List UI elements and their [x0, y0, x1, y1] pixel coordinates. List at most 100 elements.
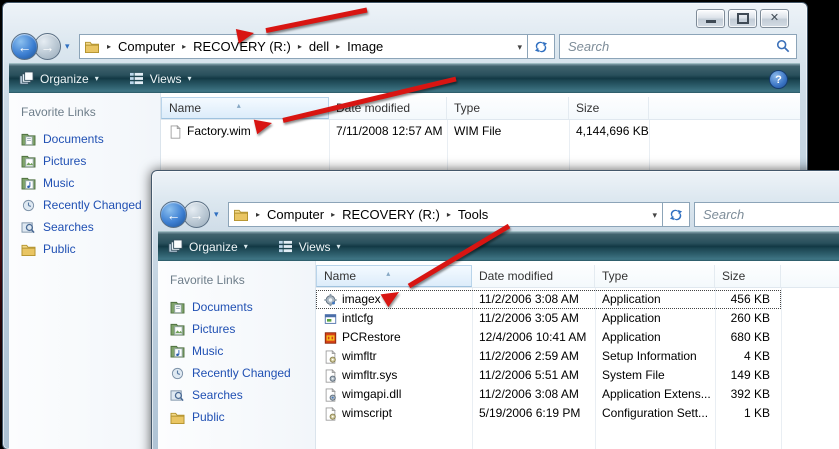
- column-header-type[interactable]: Type: [447, 97, 569, 119]
- file-type: WIM File: [454, 124, 502, 138]
- refresh-button[interactable]: [527, 34, 555, 59]
- sidebar-item-label: Music: [43, 176, 75, 190]
- sidebar-item-documents[interactable]: Documents: [158, 296, 315, 318]
- address-row: ← → Computer RECOVERY (R:) dell Image: [3, 33, 807, 60]
- file-date: 11/2/2006 3:08 AM: [479, 292, 579, 306]
- organize-button[interactable]: Organize: [9, 64, 109, 93]
- breadcrumb-item-recovery[interactable]: RECOVERY (R:): [193, 39, 291, 54]
- column-header-date-modified[interactable]: Date modified: [329, 97, 447, 119]
- breadcrumb-item-recovery[interactable]: RECOVERY (R:): [342, 207, 440, 222]
- sidebar-item-pictures[interactable]: Pictures: [158, 318, 315, 340]
- sidebar-item-public[interactable]: Public: [9, 238, 160, 260]
- close-button[interactable]: [760, 9, 789, 28]
- sidebar-item-music[interactable]: Music: [158, 340, 315, 362]
- breadcrumb-separator-icon: [100, 42, 118, 51]
- views-button[interactable]: Views: [268, 232, 351, 261]
- column-header-type[interactable]: Type: [595, 265, 715, 287]
- file-date: 7/11/2008 12:57 AM: [336, 124, 443, 138]
- breadcrumb-item-tools[interactable]: Tools: [458, 207, 488, 222]
- desktop: ← → Computer RECOVERY (R:) dell Image: [0, 0, 839, 449]
- file-name: Factory.wim: [187, 124, 251, 138]
- file-type: Application: [602, 292, 661, 306]
- setup-information-icon: [325, 349, 336, 364]
- address-dropdown-icon[interactable]: [517, 42, 522, 53]
- forward-button[interactable]: →: [34, 33, 61, 60]
- breadcrumb-item-computer[interactable]: Computer: [267, 207, 324, 222]
- public-folder-icon: [170, 412, 185, 424]
- sidebar-item-documents[interactable]: Documents: [9, 128, 160, 150]
- sidebar-item-searches[interactable]: Searches: [158, 384, 315, 406]
- file-row-wimscript[interactable]: wimscript 5/19/2006 6:19 PM Configuratio…: [316, 404, 781, 423]
- window-body: Favorite Links Documents Pictures Music …: [158, 261, 839, 449]
- documents-icon: [21, 133, 36, 146]
- file-row-imagex[interactable]: imagex 11/2/2006 3:08 AM Application 456…: [316, 290, 781, 309]
- views-icon: [278, 240, 292, 253]
- recently-changed-icon: [171, 367, 184, 379]
- music-icon: [170, 345, 185, 358]
- file-size: 680 KB: [730, 330, 770, 344]
- recent-pages-chevron-icon[interactable]: [214, 209, 219, 220]
- file-size: 4 KB: [743, 349, 770, 363]
- file-row-factory-wim[interactable]: Factory.wim 7/11/2008 12:57 AM WIM File …: [161, 122, 649, 141]
- file-type: Setup Information: [602, 349, 697, 363]
- public-folder-icon: [21, 244, 36, 256]
- chevron-down-icon: [95, 74, 99, 83]
- column-header-size[interactable]: Size: [715, 265, 781, 287]
- views-button[interactable]: Views: [119, 64, 202, 93]
- organize-icon: [168, 239, 183, 253]
- file-row-wimgapi-dll[interactable]: wimgapi.dll 11/2/2006 3:08 AM Applicatio…: [316, 385, 781, 404]
- breadcrumb-separator-icon: [249, 210, 267, 219]
- folder-icon: [234, 209, 248, 221]
- refresh-button[interactable]: [662, 202, 690, 227]
- sidebar-item-recently-changed[interactable]: Recently Changed: [9, 194, 160, 216]
- file-row-intlcfg[interactable]: intlcfg 11/2/2006 3:05 AM Application 26…: [316, 309, 781, 328]
- column-header-date-modified[interactable]: Date modified: [472, 265, 595, 287]
- sidebar-item-recently-changed[interactable]: Recently Changed: [158, 362, 315, 384]
- address-dropdown-icon[interactable]: [652, 210, 657, 221]
- help-button[interactable]: [769, 70, 788, 89]
- breadcrumb-item-dell[interactable]: dell: [309, 39, 329, 54]
- file-name: wimscript: [342, 406, 392, 420]
- sidebar-item-searches[interactable]: Searches: [9, 216, 160, 238]
- wim-file-icon: [170, 124, 181, 139]
- sidebar-item-label: Public: [43, 242, 76, 256]
- breadcrumb-item-image[interactable]: Image: [347, 39, 383, 54]
- back-button[interactable]: ←: [11, 33, 38, 60]
- sidebar-item-pictures[interactable]: Pictures: [9, 150, 160, 172]
- documents-icon: [170, 301, 185, 314]
- sidebar-item-public[interactable]: Public: [158, 406, 315, 428]
- forward-button[interactable]: →: [183, 201, 210, 228]
- search-input[interactable]: [695, 203, 839, 226]
- file-date: 11/2/2006 2:59 AM: [479, 349, 579, 363]
- search-input[interactable]: [560, 35, 796, 58]
- file-type: Application: [602, 330, 661, 344]
- favorite-links-header: Favorite Links: [21, 105, 96, 119]
- breadcrumb-separator-icon: [175, 42, 193, 51]
- sidebar-item-label: Documents: [43, 132, 104, 146]
- back-button[interactable]: ←: [160, 201, 187, 228]
- file-row-pcrestore[interactable]: PCRestore 12/4/2006 10:41 AM Application…: [316, 328, 781, 347]
- sort-ascending-icon: [237, 96, 241, 116]
- recent-pages-chevron-icon[interactable]: [65, 41, 70, 52]
- column-header-size[interactable]: Size: [569, 97, 649, 119]
- file-row-wimfltr-sys[interactable]: wimfltr.sys 11/2/2006 5:51 AM System Fil…: [316, 366, 781, 385]
- file-name: wimgapi.dll: [342, 387, 402, 401]
- breadcrumb-item-computer[interactable]: Computer: [118, 39, 175, 54]
- breadcrumb[interactable]: Computer RECOVERY (R:) Tools: [228, 202, 664, 227]
- file-name: wimfltr: [342, 349, 377, 363]
- file-row-wimfltr[interactable]: wimfltr 11/2/2006 2:59 AM Setup Informat…: [316, 347, 781, 366]
- breadcrumb-separator-icon: [291, 42, 309, 51]
- organize-label: Organize: [189, 239, 238, 254]
- minimize-button[interactable]: [696, 9, 725, 28]
- column-header-name[interactable]: Name: [161, 97, 329, 119]
- breadcrumb-separator-icon: [440, 210, 458, 219]
- breadcrumb[interactable]: Computer RECOVERY (R:) dell Image: [79, 34, 529, 59]
- chevron-down-icon: [337, 242, 341, 251]
- maximize-button[interactable]: [728, 9, 757, 28]
- search-icon[interactable]: [776, 39, 790, 53]
- file-name: intlcfg: [342, 311, 374, 325]
- sidebar-item-music[interactable]: Music: [9, 172, 160, 194]
- column-header-name[interactable]: Name: [316, 265, 472, 287]
- sidebar-item-label: Recently Changed: [43, 198, 142, 212]
- organize-button[interactable]: Organize: [158, 232, 258, 261]
